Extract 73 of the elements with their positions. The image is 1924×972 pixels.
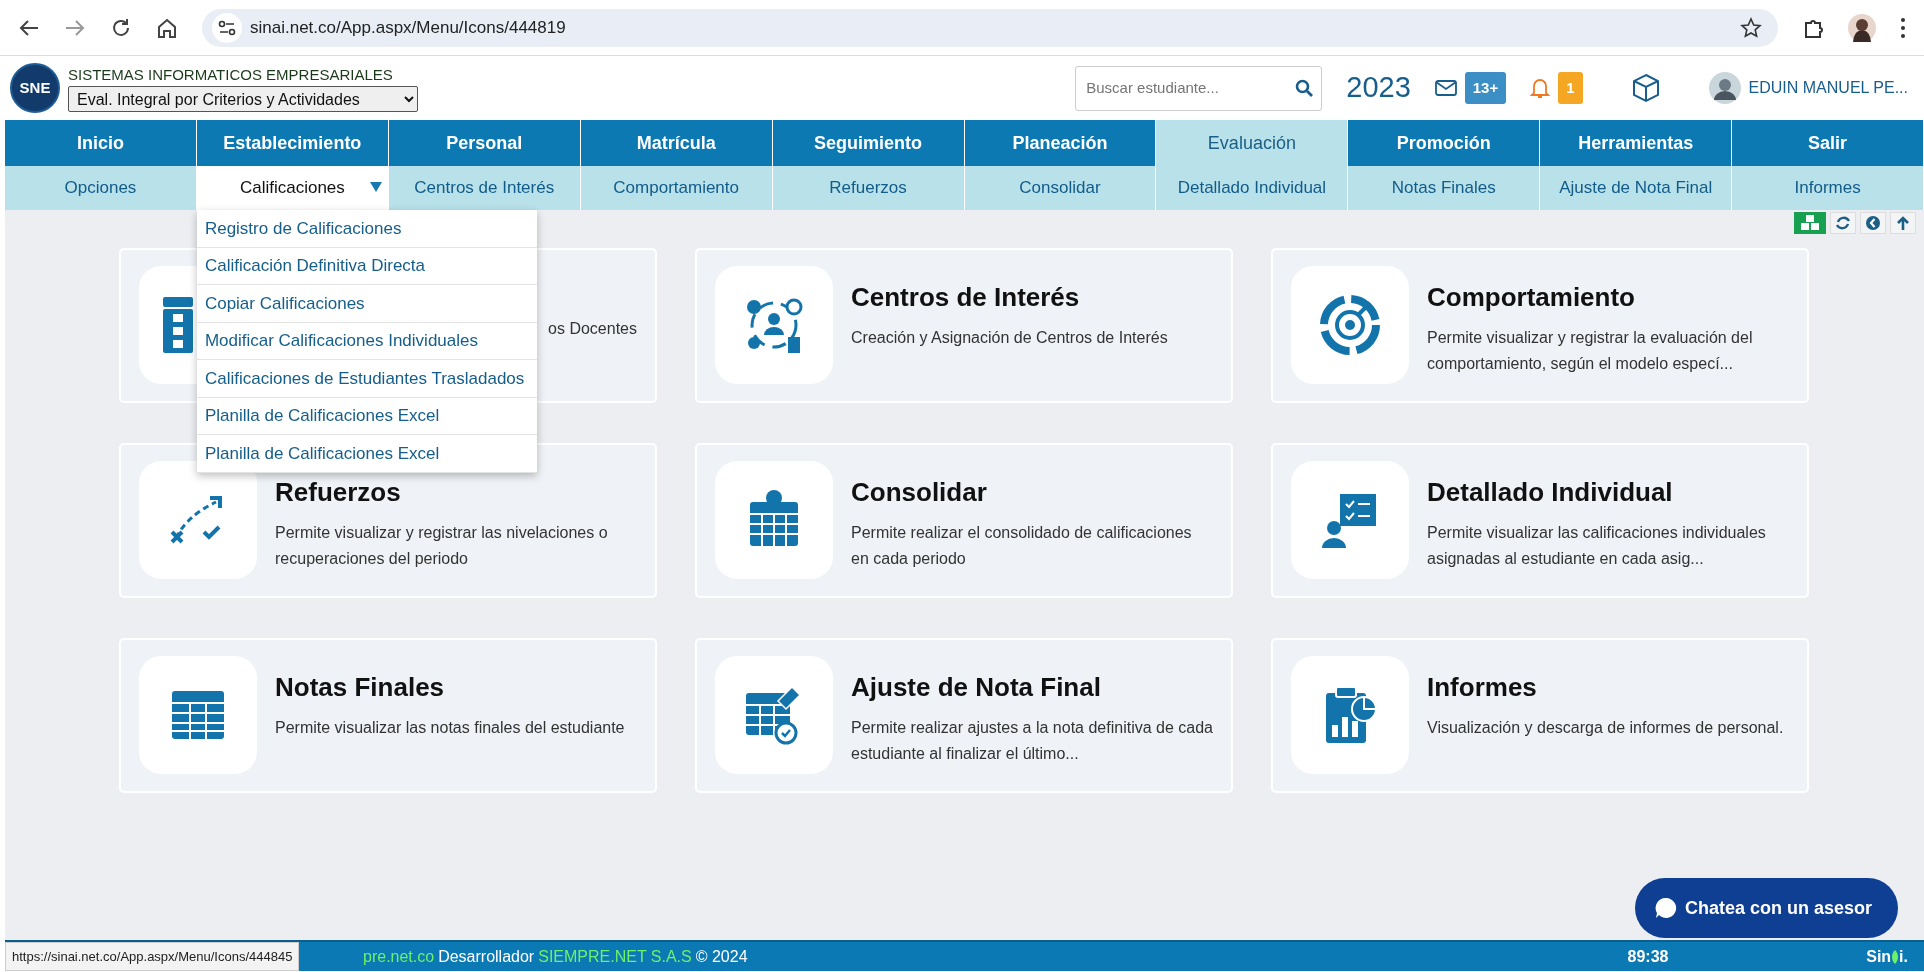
home-icon[interactable] bbox=[156, 16, 178, 39]
card-description: Visualización y descarga de informes de personal. bbox=[1427, 718, 1785, 738]
card-description: Permite realizar ajustes a la nota definitiva de cada estudiante al finalizar el último... bbox=[851, 718, 1213, 765]
alert-count-badge: 1 bbox=[1558, 71, 1583, 105]
user-name[interactable]: EDUIN MANUEL PE... bbox=[1748, 76, 1908, 100]
card-title: Detallado Individual bbox=[1427, 476, 1674, 509]
scroll-up-icon bbox=[1895, 215, 1911, 231]
card-title: Informes bbox=[1427, 671, 1538, 704]
menu-icon[interactable] bbox=[1900, 16, 1906, 39]
modules-button[interactable] bbox=[1794, 212, 1826, 234]
star-icon[interactable] bbox=[1740, 16, 1762, 39]
card-description: Permite visualizar las notas finales del estudiante bbox=[275, 718, 626, 738]
cube-icon[interactable] bbox=[1630, 73, 1661, 103]
table-icon bbox=[163, 297, 193, 353]
scroll-up-button[interactable] bbox=[1890, 212, 1916, 234]
footer-logo: Sin i. bbox=[1866, 946, 1908, 967]
developer-name: SIEMPRE.NET S.A.S bbox=[538, 946, 692, 967]
card-title: Ajuste de Nota Final bbox=[851, 671, 1102, 704]
submenu-tab[interactable]: Consolidar bbox=[1019, 175, 1101, 201]
boxes-icon bbox=[1801, 215, 1819, 231]
menu-card[interactable]: Informes Visualización y descarga de informes de personal. bbox=[1271, 638, 1809, 793]
card-title: Refuerzos bbox=[275, 476, 402, 509]
profile-avatar[interactable] bbox=[1848, 13, 1876, 42]
menu-card[interactable]: Notas Finales Permite visualizar las notas finales del estudiante bbox=[119, 638, 657, 793]
submenu-tab[interactable]: Informes bbox=[1794, 175, 1861, 201]
card-description: Permite visualizar y registrar la evaluación del comportamiento, según el modelo especí... bbox=[1427, 328, 1754, 375]
search-box[interactable]: Buscar estudiante... bbox=[1075, 65, 1323, 111]
submenu-tab[interactable]: Centros de Interés bbox=[414, 175, 555, 201]
nav-tab[interactable]: Evaluación bbox=[1156, 120, 1349, 166]
submenu-tab[interactable]: Refuerzos bbox=[829, 175, 907, 201]
address-bar[interactable]: sinai.net.co/App.aspx/Menu/Icons/444819 bbox=[202, 8, 1778, 47]
menu-card[interactable]: Consolidar Permite realizar el consolidado de calificaciones en cada periodo bbox=[695, 443, 1233, 598]
submenu-tab[interactable]: Detallado Individual bbox=[1177, 175, 1327, 201]
refresh-button[interactable] bbox=[1830, 212, 1856, 234]
year-label[interactable]: 2023 bbox=[1346, 66, 1411, 110]
chat-button[interactable]: Chatea con un asesor bbox=[1634, 878, 1898, 938]
menu-card[interactable]: Centros de Interés Creación y Asignación de Centros de Interés bbox=[695, 248, 1233, 403]
card-description: Permite visualizar las calificaciones individuales asignadas al estudiante en cada asig... bbox=[1427, 523, 1767, 570]
logo: SNE bbox=[10, 63, 60, 113]
program-select[interactable]: Eval. Integral por Criterios y Actividades bbox=[68, 86, 418, 113]
developer-label: Desarrollador bbox=[438, 946, 535, 967]
refresh-icon bbox=[1835, 215, 1851, 231]
card-description: Permite visualizar y registrar las nivelaciones o recuperaciones del periodo bbox=[275, 523, 609, 570]
search-icon[interactable] bbox=[1295, 79, 1314, 97]
menu-card[interactable]: Comportamiento Permite visualizar y registrar la evaluación del comportamiento, según el modelo especí... bbox=[1271, 248, 1809, 403]
session-timer: 89:38 bbox=[1627, 946, 1669, 967]
card-title: Comportamiento bbox=[1427, 281, 1636, 314]
reload-icon[interactable] bbox=[110, 16, 132, 39]
back-button[interactable] bbox=[1860, 212, 1886, 234]
submenu-tab[interactable]: Opciones bbox=[64, 175, 137, 201]
card-description: Creación y Asignación de Centros de Interés bbox=[851, 328, 1169, 348]
menu-card[interactable]: Detallado Individual Permite visualizar las calificaciones individuales asignadas al estudiante en cada asig... bbox=[1271, 443, 1809, 598]
menu-card[interactable]: Ajuste de Nota Final Permite realizar ajustes a la nota definitiva de cada estudiante al finalizar el último... bbox=[695, 638, 1233, 793]
back-icon bbox=[1865, 215, 1881, 231]
card-description: Permite realizar el consolidado de calificaciones en cada periodo bbox=[851, 523, 1193, 570]
submenu-tab[interactable]: Comportamiento bbox=[613, 175, 739, 201]
mail-icon[interactable] bbox=[1434, 80, 1457, 96]
chat-bubble-icon bbox=[1654, 897, 1677, 919]
dropdown-caret-icon[interactable] bbox=[369, 182, 382, 192]
user-avatar[interactable] bbox=[1708, 72, 1741, 104]
target-ring-icon bbox=[1318, 293, 1382, 357]
bell-icon[interactable] bbox=[1530, 77, 1551, 99]
card-title: Centros de Interés bbox=[851, 281, 1081, 314]
submenu-tab[interactable]: Notas Finales bbox=[1391, 175, 1496, 201]
company-name: SISTEMAS INFORMATICOS EMPRESARIALES bbox=[68, 64, 394, 85]
submenu-tab[interactable]: Ajuste de Nota Final bbox=[1559, 175, 1713, 201]
card-description: os Docentes bbox=[548, 319, 637, 339]
site-settings-icon[interactable] bbox=[212, 12, 242, 43]
card-title: Consolidar bbox=[851, 476, 988, 509]
card-title: Notas Finales bbox=[275, 671, 446, 704]
copyright-text: © 2024 bbox=[695, 946, 748, 967]
status-url: https://sinai.net.co/App.aspx/Menu/Icons/444845 bbox=[5, 941, 300, 971]
message-count-badge: 13+ bbox=[1464, 71, 1507, 105]
